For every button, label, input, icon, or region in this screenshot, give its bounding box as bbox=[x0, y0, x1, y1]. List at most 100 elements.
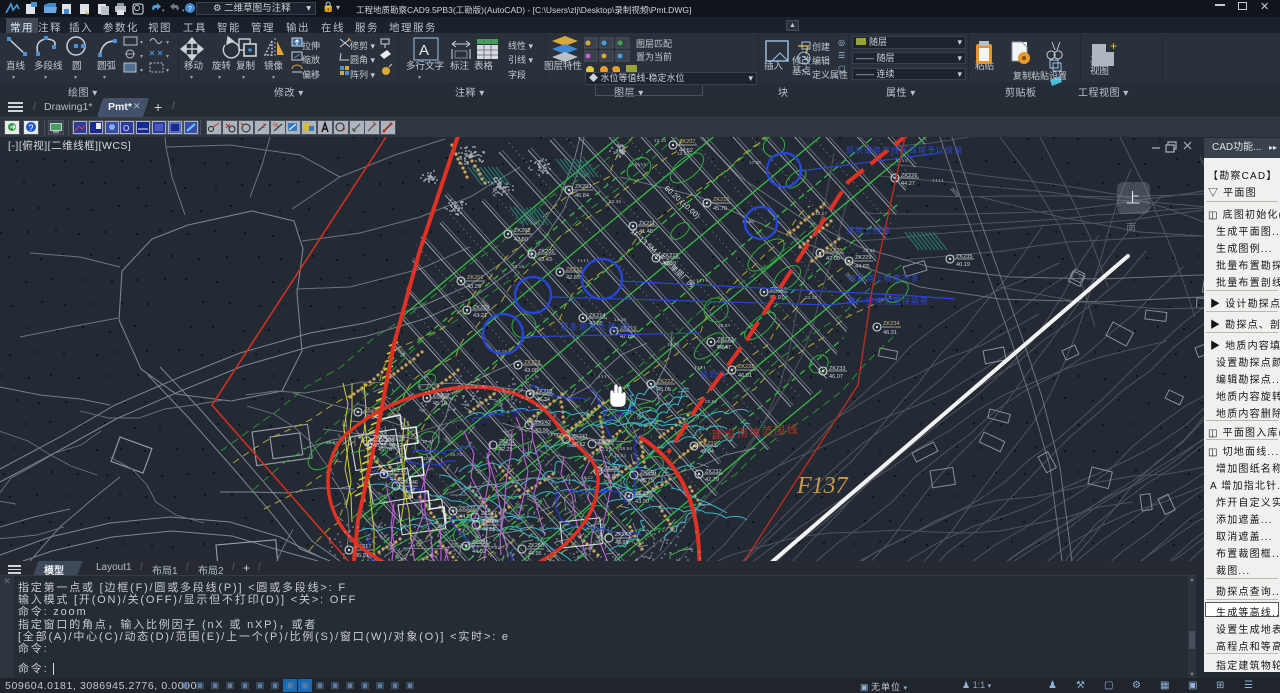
svg-text:ZK244: ZK244 bbox=[389, 435, 405, 441]
svg-text:ZK243: ZK243 bbox=[615, 532, 631, 538]
svg-text:44.27: 44.27 bbox=[901, 181, 915, 187]
svg-text:41.47: 41.47 bbox=[402, 488, 416, 494]
svg-text:43.21: 43.21 bbox=[473, 313, 487, 319]
svg-text:46.01: 46.01 bbox=[738, 373, 752, 379]
svg-text:ZK225: ZK225 bbox=[826, 248, 842, 254]
svg-text:26.73: 26.73 bbox=[450, 452, 462, 458]
svg-text:ZK242: ZK242 bbox=[535, 420, 551, 426]
svg-text:19.12: 19.12 bbox=[581, 475, 593, 481]
svg-text:ZK210: ZK210 bbox=[566, 267, 582, 273]
svg-text:ZK232: ZK232 bbox=[705, 469, 721, 475]
svg-text:?: ? bbox=[29, 123, 34, 133]
svg-text:ZK235: ZK235 bbox=[956, 254, 972, 260]
svg-text:▾: ▾ bbox=[182, 8, 185, 14]
svg-text:ZK214: ZK214 bbox=[589, 313, 605, 319]
svg-text:▾: ▾ bbox=[140, 68, 143, 74]
svg-text:26.82: 26.82 bbox=[705, 399, 717, 405]
svg-text:▾: ▾ bbox=[166, 40, 169, 46]
svg-text:ZK228: ZK228 bbox=[738, 364, 754, 370]
svg-text:43.43: 43.43 bbox=[538, 257, 552, 263]
svg-text:40.62: 40.62 bbox=[572, 442, 586, 448]
svg-text:上: 上 bbox=[1126, 190, 1140, 206]
svg-text:ZK234: ZK234 bbox=[883, 321, 899, 327]
svg-text:43.25: 43.25 bbox=[467, 284, 481, 290]
svg-text:40.95: 40.95 bbox=[615, 540, 629, 546]
svg-text:ZK240: ZK240 bbox=[640, 470, 656, 476]
svg-text:ZK201: ZK201 bbox=[467, 275, 483, 281]
svg-text:ZK222: ZK222 bbox=[657, 379, 673, 385]
svg-text:%: % bbox=[273, 123, 279, 129]
svg-text:45.10: 45.10 bbox=[433, 401, 447, 407]
svg-text:43.08: 43.08 bbox=[524, 368, 538, 374]
svg-text:ZK220: ZK220 bbox=[459, 506, 475, 512]
svg-text:A: A bbox=[419, 42, 429, 59]
svg-text:现状道路中线压铁塔予以保留: 现状道路中线压铁塔予以保留 bbox=[846, 145, 963, 155]
svg-text:+: + bbox=[1110, 39, 1117, 53]
svg-text:▾: ▾ bbox=[166, 68, 169, 74]
svg-text:42.06: 42.06 bbox=[826, 256, 840, 262]
svg-text:12.53: 12.53 bbox=[677, 151, 689, 157]
svg-text:46.34: 46.34 bbox=[536, 397, 550, 403]
svg-text:42.95: 42.95 bbox=[598, 447, 612, 453]
svg-text:ZK233: ZK233 bbox=[829, 366, 845, 372]
svg-text:43.50: 43.50 bbox=[514, 237, 528, 243]
svg-text:▾: ▾ bbox=[166, 54, 169, 60]
svg-text:图层匹配: 图层匹配 bbox=[636, 39, 672, 49]
svg-text:16.17: 16.17 bbox=[815, 211, 827, 217]
svg-text:ZK230: ZK230 bbox=[635, 491, 651, 497]
svg-text:11.54: 11.54 bbox=[423, 456, 435, 462]
svg-text:18.18: 18.18 bbox=[512, 264, 524, 270]
svg-text:▾: ▾ bbox=[140, 54, 143, 60]
svg-text:ZK246: ZK246 bbox=[402, 480, 418, 486]
svg-text:编辑: 编辑 bbox=[812, 55, 830, 66]
svg-text:ZK245: ZK245 bbox=[373, 435, 389, 441]
svg-text:ZK227: ZK227 bbox=[604, 466, 620, 472]
svg-text:45.70: 45.70 bbox=[713, 206, 727, 212]
svg-text:F137: F137 bbox=[796, 473, 849, 499]
svg-text:置为当前: 置为当前 bbox=[636, 51, 672, 62]
svg-text:46.84: 46.84 bbox=[575, 193, 589, 199]
svg-text:44.58: 44.58 bbox=[482, 527, 496, 533]
svg-text:ZK212: ZK212 bbox=[390, 468, 406, 474]
svg-text:?: ? bbox=[188, 6, 192, 13]
svg-text:ZK251: ZK251 bbox=[499, 439, 515, 445]
svg-text:ZK206: ZK206 bbox=[538, 249, 554, 255]
svg-text:ZK247: ZK247 bbox=[481, 511, 497, 517]
svg-text:43.90: 43.90 bbox=[635, 499, 649, 505]
svg-text:[-][俯视][二维线框][WCS]: [-][俯视][二维线框][WCS] bbox=[8, 139, 131, 152]
svg-text:ZK241: ZK241 bbox=[572, 434, 588, 440]
svg-text:ZK211: ZK211 bbox=[639, 221, 655, 227]
svg-text:▾: ▾ bbox=[140, 40, 143, 46]
svg-text:ZK202: ZK202 bbox=[514, 228, 530, 234]
svg-text:某条规格大道(现): 某条规格大道(现) bbox=[560, 322, 634, 332]
svg-text:27.82: 27.82 bbox=[488, 545, 500, 551]
svg-text:13.36: 13.36 bbox=[654, 138, 666, 144]
svg-text:ZK213: ZK213 bbox=[524, 360, 540, 366]
svg-text:ZK209: ZK209 bbox=[433, 393, 449, 399]
svg-text:18.23: 18.23 bbox=[667, 342, 679, 348]
svg-text:ZK216: ZK216 bbox=[713, 197, 729, 203]
svg-text:42.25: 42.25 bbox=[499, 447, 513, 453]
svg-text:48.06: 48.06 bbox=[604, 474, 618, 480]
svg-text:42.79: 42.79 bbox=[705, 477, 719, 483]
svg-text:17.96: 17.96 bbox=[749, 160, 761, 166]
svg-text:地质塔上坡度不多: 地质塔上坡度不多 bbox=[848, 273, 920, 283]
svg-text:ZK224: ZK224 bbox=[770, 287, 786, 293]
svg-text:ZK203: ZK203 bbox=[575, 184, 591, 190]
svg-text:某一宝塔款型快输费: 某一宝塔款型快输费 bbox=[848, 296, 929, 306]
svg-text:14.63: 14.63 bbox=[614, 453, 626, 459]
svg-text:44.63: 44.63 bbox=[855, 264, 869, 270]
svg-text:46.07: 46.07 bbox=[829, 374, 843, 380]
svg-text:ZK223: ZK223 bbox=[717, 337, 733, 343]
svg-text:ZK250: ZK250 bbox=[528, 543, 544, 549]
svg-text:45.75: 45.75 bbox=[640, 478, 654, 484]
svg-text:44.02: 44.02 bbox=[472, 549, 486, 555]
svg-text:46.31: 46.31 bbox=[883, 330, 897, 336]
svg-text:40.86: 40.86 bbox=[373, 443, 387, 449]
svg-text:17.47: 17.47 bbox=[422, 439, 434, 445]
svg-text:45.05: 45.05 bbox=[657, 387, 671, 393]
svg-text:ZK248: ZK248 bbox=[482, 519, 498, 525]
svg-text:ZK231: ZK231 bbox=[700, 441, 716, 447]
svg-text:22.36: 22.36 bbox=[609, 199, 621, 205]
svg-text:46.62: 46.62 bbox=[389, 443, 403, 449]
